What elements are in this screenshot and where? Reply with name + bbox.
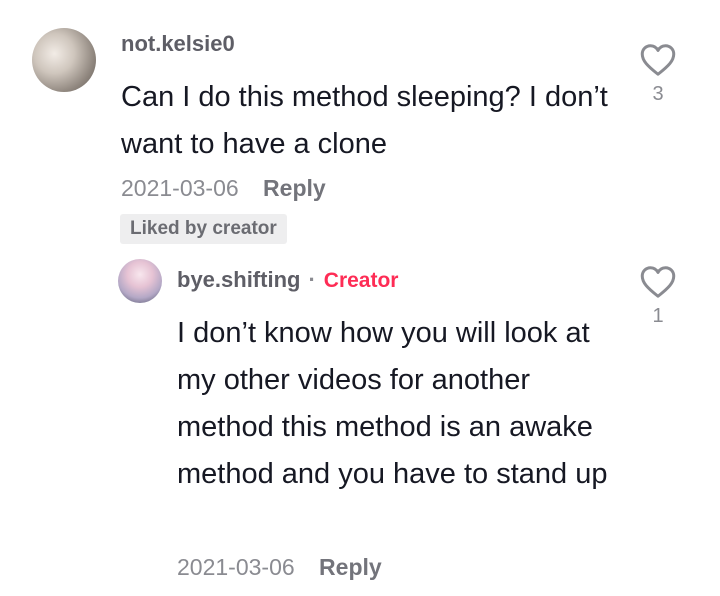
heart-outline-icon[interactable] xyxy=(640,265,676,299)
reply-like-button[interactable]: 1 xyxy=(636,265,680,328)
reply-date: 2021-03-06 xyxy=(177,554,295,580)
reply-text: I don’t know how you will look at my oth… xyxy=(177,317,608,490)
reply-avatar[interactable] xyxy=(118,259,162,303)
comment-date: 2021-03-06 xyxy=(121,175,239,201)
reply-reply-button[interactable]: Reply xyxy=(319,554,382,580)
reply-header: bye.shifting · Creator xyxy=(177,267,398,293)
commenter-username[interactable]: not.kelsie0 xyxy=(121,31,235,57)
creator-tag: Creator xyxy=(323,269,399,292)
reply-like-count: 1 xyxy=(652,305,664,327)
reply-username[interactable]: bye.shifting xyxy=(177,267,300,292)
liked-by-creator-badge: Liked by creator xyxy=(120,214,287,244)
reply-separator: · xyxy=(308,267,316,292)
comment-text: Can I do this method sleeping? I don’t w… xyxy=(121,81,608,160)
reply-meta: 2021-03-06 Reply xyxy=(177,554,382,581)
comment-meta: 2021-03-06 Reply xyxy=(121,175,326,202)
commenter-avatar[interactable] xyxy=(32,28,96,92)
comment-like-count: 3 xyxy=(652,83,664,105)
comment-like-button[interactable]: 3 xyxy=(636,43,680,106)
heart-outline-icon[interactable] xyxy=(640,43,676,77)
comment-reply-button[interactable]: Reply xyxy=(263,175,326,201)
